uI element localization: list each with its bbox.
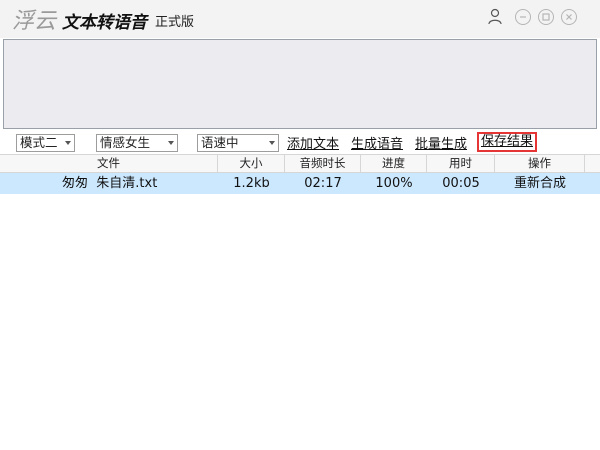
speed-select[interactable]: 语速中 (197, 134, 279, 152)
column-header-progress[interactable]: 进度 (361, 155, 427, 172)
edition-label: 正式版 (155, 15, 195, 30)
cell-time: 00:05 (442, 176, 480, 191)
mode-select[interactable]: 模式二 (16, 134, 75, 152)
cell-duration: 02:17 (304, 176, 342, 191)
minimize-button[interactable] (514, 8, 532, 26)
maximize-icon (538, 9, 554, 25)
batch-generate-link[interactable]: 批量生成 (415, 133, 467, 152)
resynthesize-button[interactable]: 重新合成 (495, 173, 585, 194)
title-bar: 浮云 文本转语音 正式版 (0, 0, 600, 38)
column-header-duration[interactable]: 音频时长 (285, 155, 361, 172)
generate-voice-link[interactable]: 生成语音 (351, 133, 403, 152)
chevron-down-icon (65, 141, 71, 145)
column-header-size[interactable]: 大小 (218, 155, 285, 172)
speed-select-value: 语速中 (201, 135, 239, 150)
text-preview-area[interactable] (3, 39, 597, 129)
table-header: 文件 大小 音频时长 进度 用时 操作 (0, 154, 600, 173)
app-title: 文本转语音 (62, 13, 147, 33)
chevron-down-icon (269, 141, 275, 145)
column-header-action[interactable]: 操作 (495, 155, 585, 172)
table-row[interactable]: 匆匆 朱自清.txt 1.2kb 02:17 100% 00:05 重新合成 (0, 173, 600, 194)
close-icon (561, 9, 577, 25)
cell-progress: 100% (375, 176, 413, 191)
chevron-down-icon (168, 141, 174, 145)
user-icon[interactable] (486, 7, 504, 25)
close-button[interactable] (560, 8, 578, 26)
voice-select[interactable]: 情感女生 (96, 134, 178, 152)
mode-select-value: 模式二 (20, 135, 58, 150)
column-header-time[interactable]: 用时 (427, 155, 495, 172)
maximize-button[interactable] (537, 8, 555, 26)
cell-file: 匆匆 朱自清.txt (62, 176, 158, 191)
save-result-link[interactable]: 保存结果 (477, 132, 538, 152)
app-logo: 浮云 (12, 9, 57, 34)
cell-size: 1.2kb (233, 176, 270, 191)
add-text-link[interactable]: 添加文本 (287, 133, 339, 152)
toolbar: 模式二 情感女生 语速中 添加文本 生成语音 批量生成 保存结果 (0, 131, 600, 155)
voice-select-value: 情感女生 (100, 135, 151, 150)
minimize-icon (515, 9, 531, 25)
column-header-file[interactable]: 文件 (0, 155, 218, 172)
